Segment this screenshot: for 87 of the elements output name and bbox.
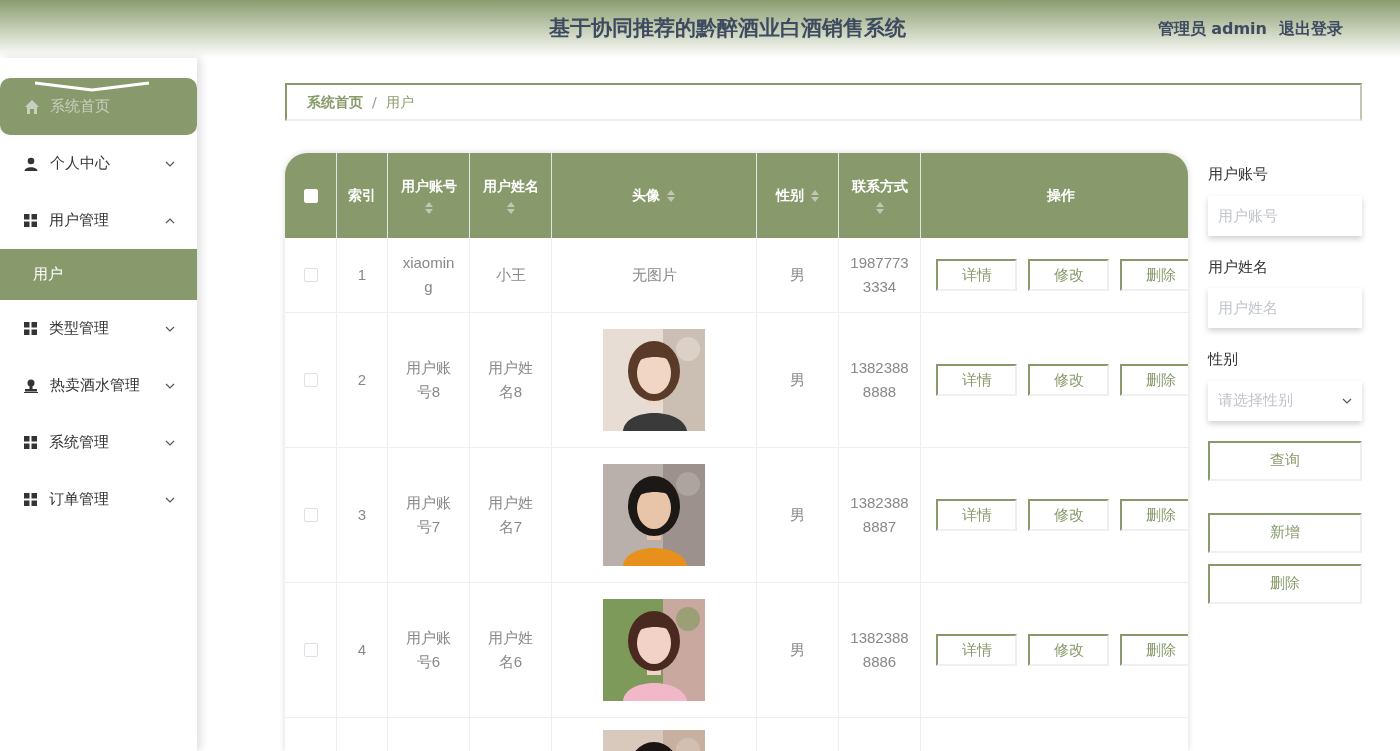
no-image-text: 无图片 [631, 264, 677, 286]
sort-icon [423, 201, 434, 215]
home-icon [24, 98, 40, 115]
action-button[interactable]: 删除 [1120, 364, 1188, 396]
logout-link[interactable]: 退出登录 [1279, 17, 1343, 41]
gender-cell-text: 男 [790, 640, 805, 660]
action-button[interactable]: 删除 [1120, 499, 1188, 531]
action-button[interactable]: 删除 [1120, 634, 1188, 666]
chevron-down-icon [165, 382, 175, 389]
chevron-down-icon [165, 439, 175, 446]
action-button[interactable]: 详情 [936, 364, 1017, 396]
sidebar-menu-item[interactable]: 系统管理 [0, 414, 197, 471]
select-all-checkbox[interactable] [303, 188, 318, 203]
action-button[interactable]: 详情 [936, 499, 1017, 531]
sort-icon [666, 188, 676, 203]
index-cell-text: 3 [357, 505, 367, 525]
action-button[interactable]: 删除 [1120, 259, 1188, 291]
delete-button[interactable]: 删除 [1208, 563, 1362, 604]
add-button[interactable]: 新增 [1208, 512, 1362, 553]
field-label: 性别 [1208, 349, 1239, 370]
row-checkbox[interactable] [303, 508, 318, 522]
column-header[interactable]: 用户姓名 [482, 176, 539, 215]
action-button[interactable]: 修改 [1028, 364, 1109, 396]
query-button[interactable]: 查询 [1208, 440, 1362, 481]
person-icon [24, 156, 38, 171]
sidebar-menu-item[interactable]: 个人中心 [0, 135, 197, 192]
chevron-down-icon [165, 325, 175, 332]
grid-icon [24, 322, 37, 335]
sidebar-menu-item[interactable]: 用户管理 [0, 192, 197, 249]
column-header[interactable]: 用户账号 [400, 176, 457, 215]
grid-icon [24, 214, 37, 227]
action-button[interactable]: 详情 [936, 259, 1017, 291]
name-cell-text: 用户姓名8 [487, 358, 534, 402]
phone-cell-text: 13823888888 [850, 358, 909, 402]
sidebar-menu-item[interactable]: 类型管理 [0, 300, 197, 357]
sidebar-menu-item[interactable]: 热卖酒水管理 [0, 357, 197, 414]
column-header[interactable]: 性别 [775, 185, 820, 206]
field-label: 用户账号 [1208, 164, 1269, 185]
column-header: 索引 [348, 186, 376, 205]
phone-cell-text: 13823888886 [850, 628, 909, 672]
search-field[interactable]: 用户账号 [1208, 195, 1362, 236]
account-cell-text: xiaoming [401, 253, 456, 297]
index-cell-text: 1 [357, 265, 367, 285]
action-button[interactable]: 修改 [1028, 259, 1109, 291]
chevron-down-icon [165, 496, 175, 503]
stamp-icon [24, 378, 38, 393]
column-header[interactable]: 联系方式 [851, 176, 908, 215]
app-title: 基于协同推荐的黔醉酒业白酒销售系统 [548, 15, 906, 43]
action-button[interactable]: 详情 [936, 634, 1017, 666]
sort-icon [505, 201, 516, 215]
phone-cell-text: 19877733334 [850, 253, 909, 297]
column-header[interactable]: 头像 [632, 185, 676, 206]
row-checkbox[interactable] [303, 373, 318, 387]
field-label: 用户姓名 [1208, 256, 1269, 278]
gender-select[interactable]: 请选择性别 [1208, 380, 1362, 421]
account-cell-text: 用户账号8 [405, 358, 452, 402]
admin-label: 管理员 admin [1157, 18, 1267, 40]
grid-icon [24, 436, 37, 449]
sidebar-subitem[interactable]: 用户 [0, 249, 197, 300]
sort-icon [874, 201, 885, 215]
gender-cell-text: 男 [790, 265, 805, 285]
column-header: 操作 [1046, 186, 1075, 205]
row-checkbox[interactable] [303, 268, 318, 282]
sidebar-item[interactable]: 系统首页 [0, 78, 197, 135]
name-cell-text: 小王 [495, 265, 526, 285]
breadcrumb-separator: / [372, 92, 377, 112]
action-button[interactable]: 修改 [1028, 634, 1109, 666]
breadcrumb-link[interactable]: 用户 [385, 91, 414, 113]
row-checkbox[interactable] [303, 643, 318, 657]
action-button[interactable]: 修改 [1028, 499, 1109, 531]
breadcrumb-link[interactable]: 系统首页 [307, 91, 363, 113]
index-cell-text: 4 [357, 640, 367, 660]
gender-cell-text: 男 [790, 370, 805, 390]
account-cell-text: 用户账号7 [405, 493, 452, 537]
name-cell-text: 用户姓名6 [487, 628, 534, 672]
grid-icon [24, 493, 37, 506]
sort-icon [809, 188, 820, 203]
name-cell-text: 用户姓名7 [487, 493, 534, 537]
sidebar-menu-item[interactable]: 订单管理 [0, 471, 197, 528]
search-field[interactable]: 用户姓名 [1208, 288, 1362, 328]
phone-cell-text: 13823888887 [850, 493, 909, 537]
chevron-down-icon [165, 160, 175, 167]
chevron-up-icon [165, 217, 175, 224]
account-cell-text: 用户账号6 [405, 628, 452, 672]
gender-cell-text: 男 [790, 505, 805, 525]
index-cell-text: 2 [357, 370, 367, 390]
chevron-down-icon [1342, 397, 1352, 404]
